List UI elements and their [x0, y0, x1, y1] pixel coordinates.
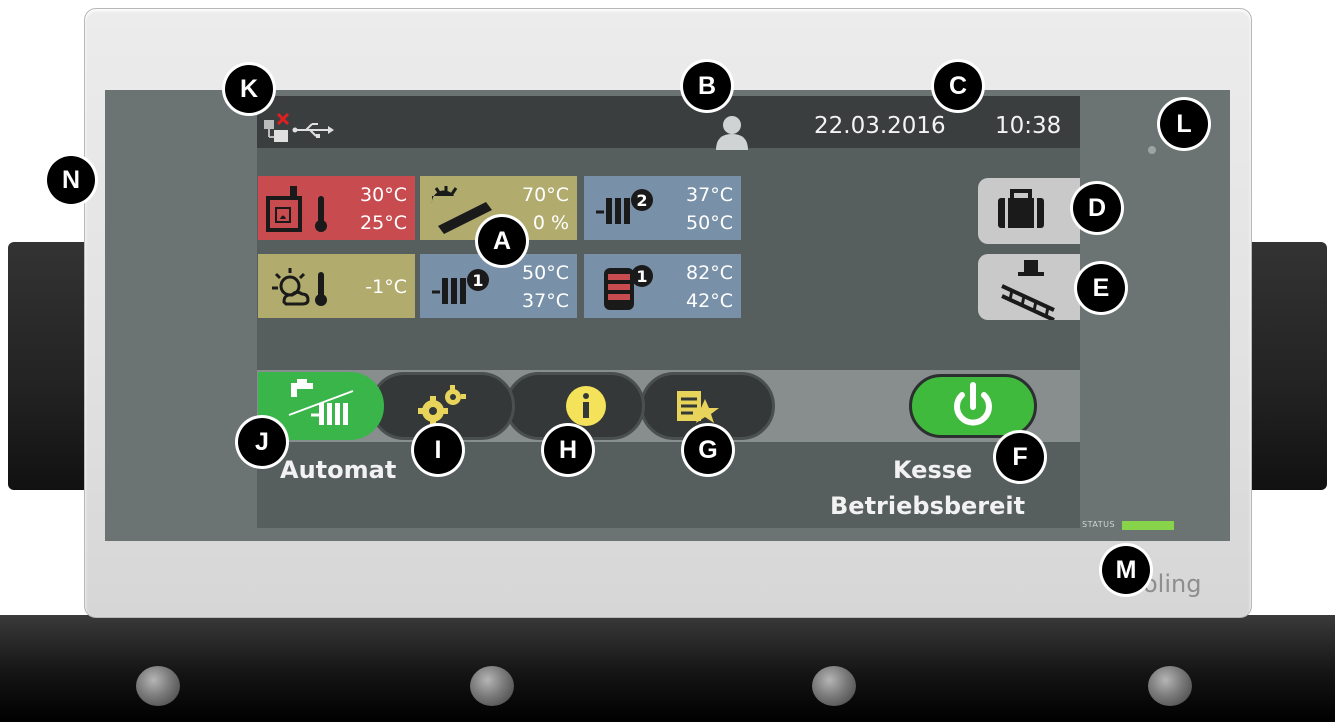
panel-knob: [1148, 666, 1192, 706]
brand-logo: oling: [1143, 570, 1202, 598]
callout-m: M: [1102, 546, 1150, 594]
callout-j: J: [238, 418, 286, 466]
callout-a: A: [478, 217, 526, 265]
tile-boiler-value-2: 25°C: [360, 212, 407, 234]
tile-heating-circuit-2-value-1: 37°C: [686, 184, 733, 206]
panel-knob: [470, 666, 514, 706]
tile-boiler[interactable]: 30°C 25°C: [258, 176, 415, 240]
callout-l: L: [1160, 100, 1208, 148]
ambient-light-sensor: [1148, 146, 1156, 154]
callout-h: H: [544, 426, 592, 474]
callout-b: B: [683, 62, 731, 110]
heating-circuit-2-icon: 2: [596, 189, 653, 224]
current-date: 22.03.2016: [814, 113, 946, 139]
boiler-state-label: Betriebsbereit: [830, 492, 1026, 520]
status-led: [1122, 521, 1174, 530]
tile-outdoor-value-1: -1°C: [365, 276, 407, 298]
tile-outdoor[interactable]: -1°C: [258, 254, 415, 318]
user-icon[interactable]: [712, 112, 752, 152]
tile-heating-circuit-1-value-2: 37°C: [522, 290, 569, 312]
tile-heating-circuit-2[interactable]: 2 37°C 50°C: [584, 176, 741, 240]
tile-heating-circuit-1-value-1: 50°C: [522, 262, 569, 284]
callout-k: K: [225, 65, 273, 113]
service-case-button[interactable]: [978, 178, 1080, 244]
buffer-tank-1-icon: 1: [604, 265, 653, 310]
callout-f: F: [996, 433, 1044, 481]
callout-c: C: [934, 62, 982, 110]
tile-boiler-value-1: 30°C: [360, 184, 407, 206]
svg-text:2: 2: [636, 191, 647, 210]
callout-e: E: [1077, 264, 1125, 312]
power-icon: [954, 382, 992, 426]
boiler-status-label: Kesse: [893, 456, 973, 484]
operating-mode-label: Automat: [280, 456, 397, 484]
tile-solar-value-1: 70°C: [522, 184, 569, 206]
boiler-thermometer-icon: [266, 186, 327, 232]
svg-text:1: 1: [472, 271, 483, 290]
tile-buffer-1[interactable]: 1 82°C 42°C: [584, 254, 741, 318]
chimney-sweep-icon: [1001, 260, 1055, 322]
network-usb-status-icon[interactable]: [262, 110, 342, 144]
panel-knob: [812, 666, 856, 706]
svg-text:1: 1: [636, 267, 647, 286]
weather-thermometer-icon: [272, 268, 327, 306]
panel-knob: [136, 666, 180, 706]
tile-buffer-1-value-1: 82°C: [686, 262, 733, 284]
heating-circuit-1-icon: 1: [432, 269, 489, 304]
callout-i: I: [414, 426, 462, 474]
tile-buffer-1-value-2: 42°C: [686, 290, 733, 312]
tile-heating-circuit-2-value-2: 50°C: [686, 212, 733, 234]
status-label: STATUS: [1082, 520, 1116, 529]
callout-d: D: [1073, 184, 1121, 232]
briefcase-icon: [998, 189, 1044, 228]
tile-solar-value-2: 0 %: [532, 212, 569, 234]
control-panel-base: [0, 615, 1335, 722]
callout-n: N: [47, 156, 95, 204]
callout-g: G: [684, 426, 732, 474]
current-time: 10:38: [995, 113, 1062, 139]
chimney-sweep-button[interactable]: [978, 254, 1080, 322]
boiler-power-button[interactable]: [909, 374, 1037, 438]
